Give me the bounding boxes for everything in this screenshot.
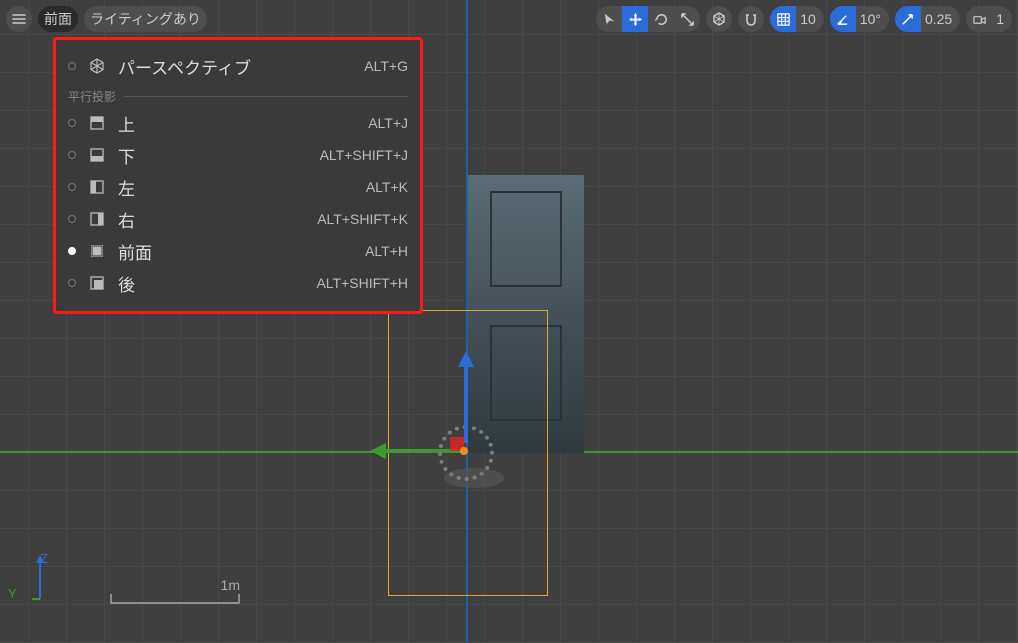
rotate-mode[interactable]: [648, 6, 674, 32]
transform-mode-group: [596, 6, 700, 32]
right-icon: [88, 210, 106, 228]
menu-item-shortcut: ALT+SHIFT+H: [316, 275, 408, 291]
menu-item-shortcut: ALT+G: [364, 58, 408, 74]
menu-button[interactable]: [6, 6, 32, 32]
menu-item-label: 前面: [118, 239, 152, 264]
angle-snap-toggle[interactable]: [830, 6, 856, 32]
select-mode[interactable]: [596, 6, 622, 32]
menu-item-top[interactable]: 上 ALT+J: [68, 107, 408, 139]
scale-mode[interactable]: [674, 6, 700, 32]
grid-snap-toggle[interactable]: [770, 6, 796, 32]
menu-item-front[interactable]: 前面 ALT+H: [68, 235, 408, 267]
menu-item-label: 下: [118, 143, 135, 168]
toolbar: 前面 ライティングあり 10 10°: [6, 6, 1012, 32]
radio-icon: [68, 151, 76, 159]
grid-snap-value[interactable]: 10: [796, 6, 824, 32]
transform-gizmo[interactable]: [370, 355, 490, 465]
lighting-dropdown[interactable]: ライティングあり: [84, 6, 207, 32]
top-icon: [88, 114, 106, 132]
menu-item-shortcut: ALT+SHIFT+K: [317, 211, 408, 227]
menu-item-label: パースペクティブ: [118, 54, 251, 79]
snap-toggle[interactable]: [738, 6, 764, 32]
menu-item-back[interactable]: 後 ALT+SHIFT+H: [68, 267, 408, 299]
back-icon: [88, 274, 106, 292]
menu-section-label: 平行投影: [68, 88, 116, 105]
radio-icon: [68, 62, 76, 70]
axis-y-label: Y: [8, 586, 17, 601]
grid-snap-group: 10: [770, 6, 824, 32]
camera-group: 1: [966, 6, 1012, 32]
gizmo-y-arrow[interactable]: [370, 443, 386, 459]
menu-item-left[interactable]: 左 ALT+K: [68, 171, 408, 203]
front-icon: [88, 242, 106, 260]
expand-toggle[interactable]: [895, 6, 921, 32]
radio-icon: [68, 279, 76, 287]
menu-item-label: 右: [118, 207, 135, 232]
scale-bar-label: 1m: [221, 577, 240, 593]
axis-z-label: Z: [40, 551, 48, 566]
menu-item-shortcut: ALT+J: [368, 115, 408, 131]
radio-icon: [68, 247, 76, 255]
menu-item-shortcut: ALT+H: [365, 243, 408, 259]
view-dropdown[interactable]: 前面: [38, 6, 78, 32]
view-menu: パースペクティブ ALT+G 平行投影 上 ALT+J 下 ALT+SHIFT+…: [53, 37, 423, 314]
expand-value[interactable]: 0.25: [921, 6, 960, 32]
cube-icon: [88, 57, 106, 75]
angle-snap-group: 10°: [830, 6, 889, 32]
radio-icon: [68, 215, 76, 223]
menu-item-perspective[interactable]: パースペクティブ ALT+G: [68, 50, 408, 82]
menu-section-ortho: 平行投影: [68, 88, 408, 105]
menu-item-label: 上: [118, 111, 135, 136]
angle-snap-value[interactable]: 10°: [856, 6, 889, 32]
menu-item-label: 後: [118, 271, 135, 296]
left-icon: [88, 178, 106, 196]
menu-item-label: 左: [118, 175, 135, 200]
menu-item-shortcut: ALT+SHIFT+J: [320, 147, 408, 163]
expand-group: 0.25: [895, 6, 960, 32]
gizmo-z-axis[interactable]: [464, 355, 468, 443]
move-mode[interactable]: [622, 6, 648, 32]
radio-icon: [68, 183, 76, 191]
local-space-toggle[interactable]: [706, 6, 732, 32]
axis-indicator: Z Y: [32, 555, 62, 603]
door-window-top: [490, 191, 562, 287]
menu-item-bottom[interactable]: 下 ALT+SHIFT+J: [68, 139, 408, 171]
radio-icon: [68, 119, 76, 127]
menu-item-right[interactable]: 右 ALT+SHIFT+K: [68, 203, 408, 235]
gizmo-z-arrow[interactable]: [458, 351, 474, 367]
bottom-icon: [88, 146, 106, 164]
divider-line: [124, 96, 408, 97]
menu-item-shortcut: ALT+K: [366, 179, 408, 195]
camera-speed-icon[interactable]: [966, 6, 992, 32]
scale-bar: 1m: [110, 585, 240, 601]
gizmo-origin[interactable]: [460, 447, 468, 455]
view-dropdown-label: 前面: [44, 9, 72, 29]
lighting-dropdown-label: ライティングあり: [90, 9, 201, 29]
camera-speed-value[interactable]: 1: [992, 6, 1012, 32]
